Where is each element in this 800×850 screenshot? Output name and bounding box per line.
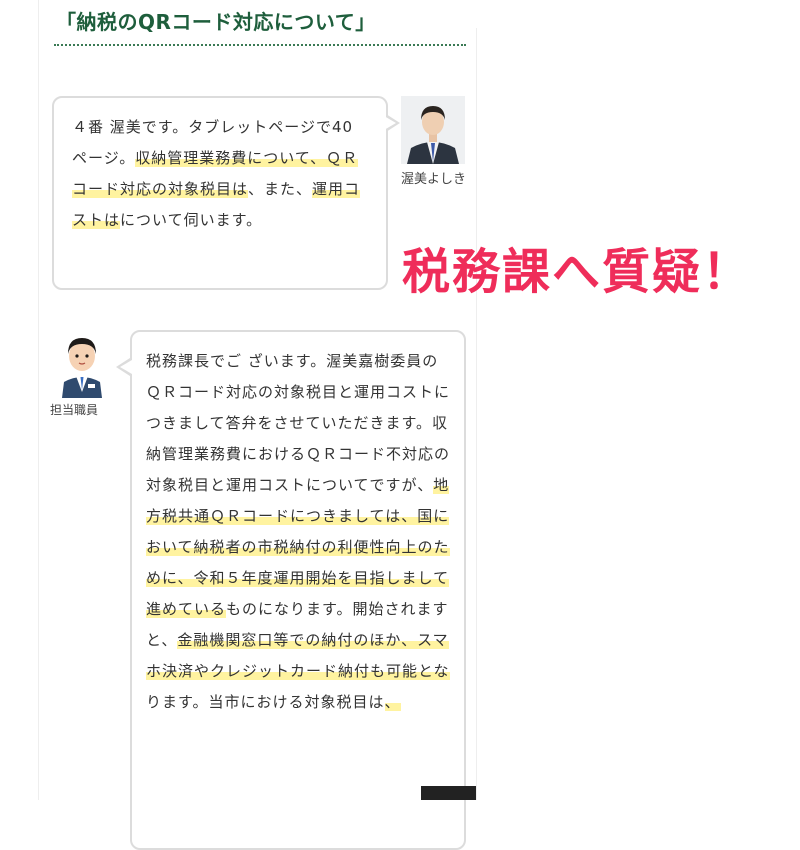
scroll-to-top-button[interactable] <box>421 786 476 800</box>
answer-text-segment: 税務課長でご ざいます。渥美嘉樹委員のＱＲコード対応の対象税目と運用コストにつき… <box>146 352 451 494</box>
staff-name: 担当職員 <box>50 403 99 417</box>
answer-text: 税務課長でご ざいます。渥美嘉樹委員のＱＲコード対応の対象税目と運用コストにつき… <box>146 352 450 711</box>
answer-highlighted-text: 地方税共通ＱＲコードにつきましては、国において納税者の市税納付の利便性向上のため… <box>146 476 450 618</box>
answer-highlighted-text: 金融機関窓口等での納付のほか、スマホ決済やクレジットカード納付も可能とな <box>146 631 450 680</box>
staff-avatar <box>56 332 108 398</box>
content-right-border <box>476 28 477 800</box>
post-title: 「納税のQRコード対応について」 <box>56 10 376 34</box>
answer-text-segment: ります。当市における対象税目は <box>146 693 385 711</box>
questioner-name: 渥美よしき <box>401 172 467 187</box>
title-dotted-underline <box>54 44 466 46</box>
question-bubble-tail-fill <box>384 116 396 130</box>
photo-avatar-icon <box>401 96 465 164</box>
answer-bubble: 税務課長でご ざいます。渥美嘉樹委員のＱＲコード対応の対象税目と運用コストにつき… <box>130 330 466 850</box>
question-text-segment: について伺います。 <box>120 211 263 229</box>
answer-bubble-tail-fill <box>120 360 132 374</box>
content-left-border <box>38 0 39 800</box>
inquiry-annotation: 税務課へ質疑！ <box>402 244 753 300</box>
questioner-avatar-photo <box>401 96 465 164</box>
question-text-segment: 、また、 <box>248 180 313 198</box>
answer-highlighted-text: 、 <box>384 693 401 711</box>
staff-avatar-icon <box>62 338 102 398</box>
question-bubble: ４番 渥美です。タブレットページで40 ページ。収納管理業務費について、ＱＲコー… <box>52 96 388 290</box>
question-text: ４番 渥美です。タブレットページで40 ページ。収納管理業務費について、ＱＲコー… <box>72 118 361 229</box>
